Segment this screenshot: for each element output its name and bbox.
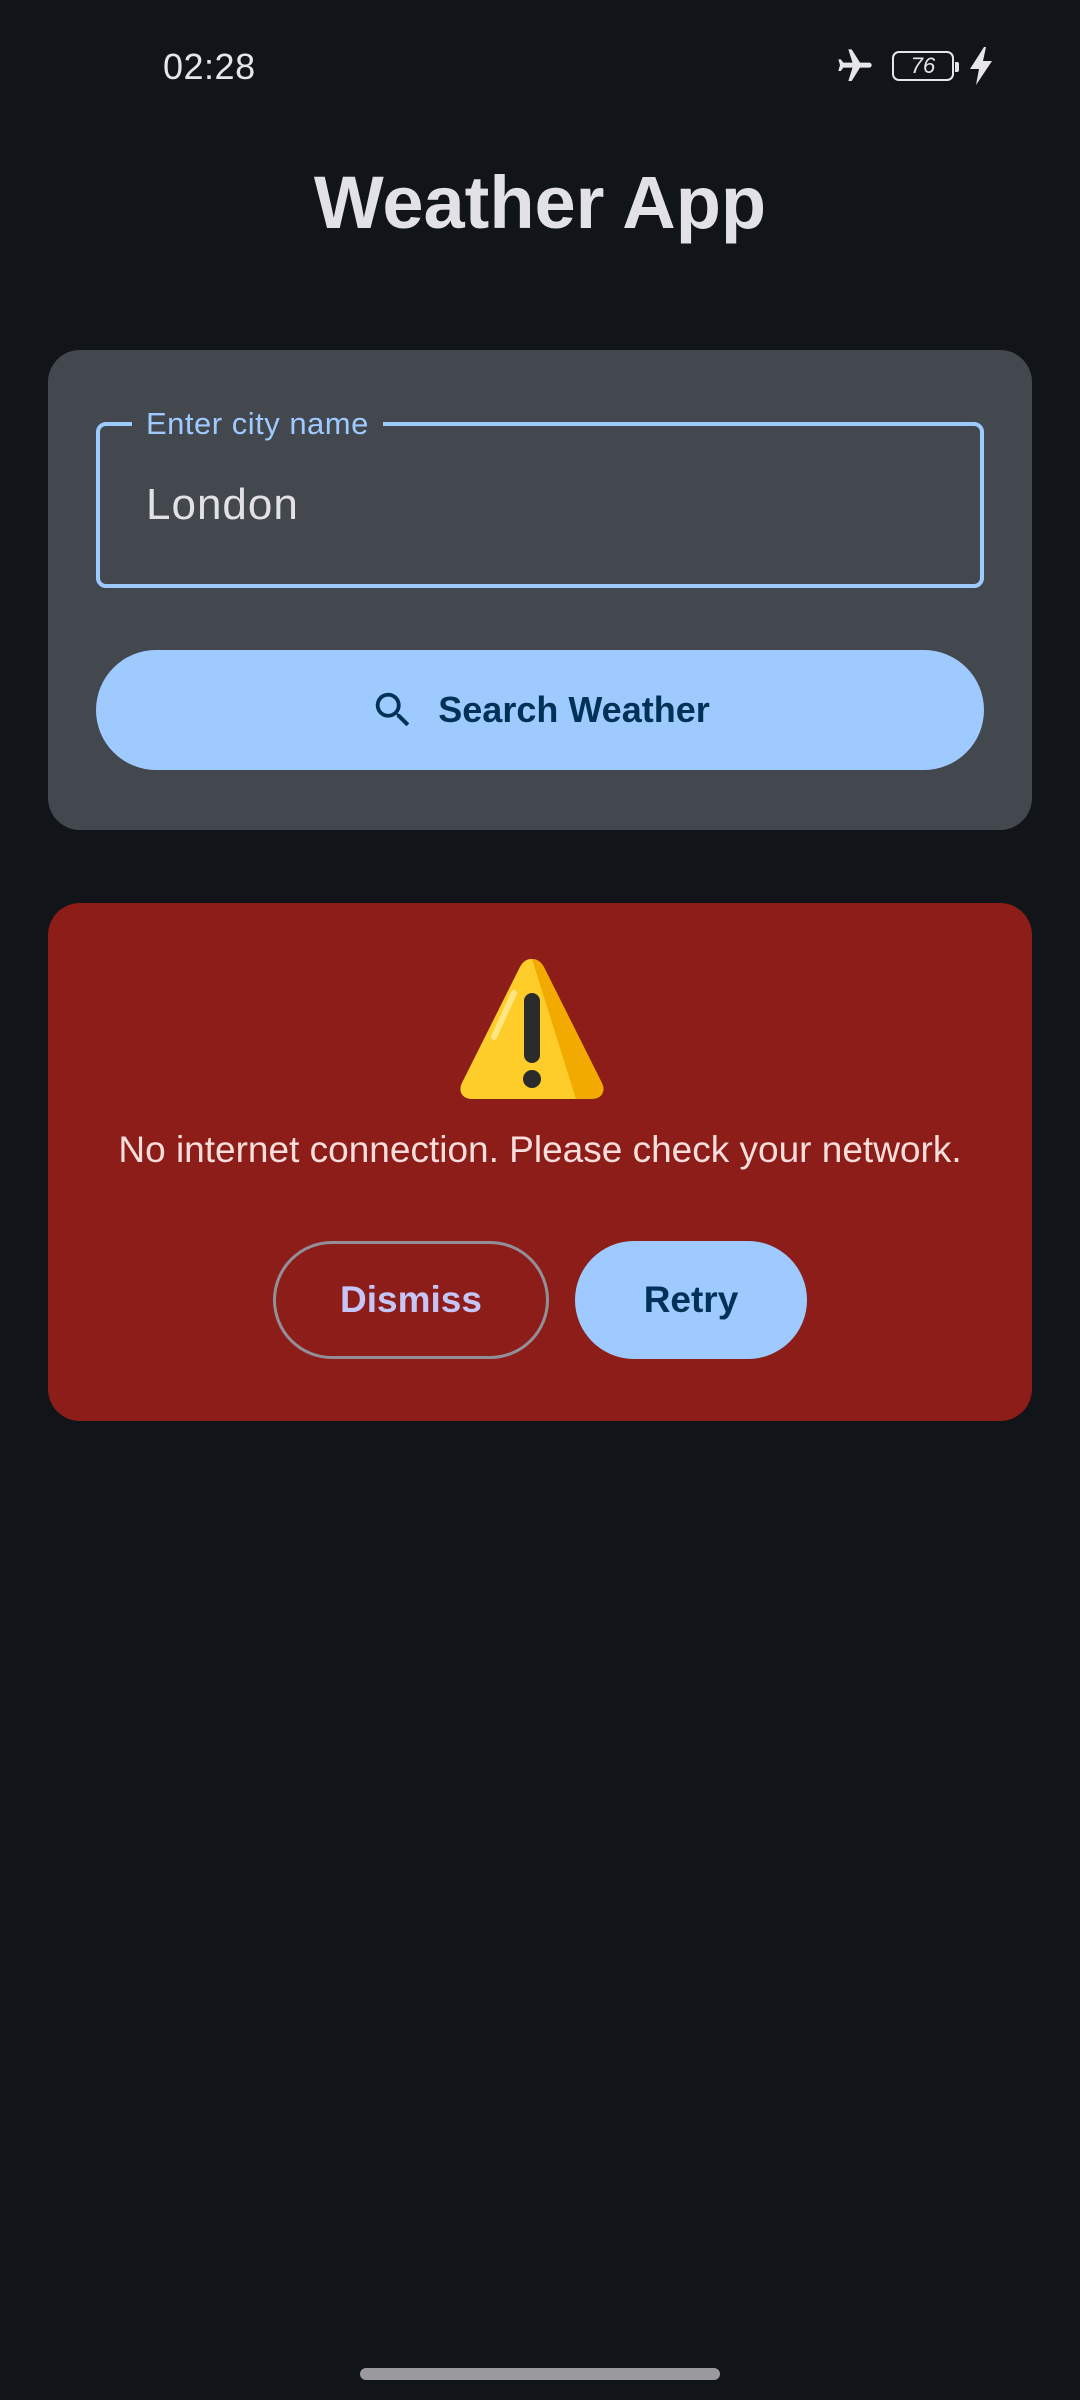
status-icons: 76 xyxy=(834,46,992,86)
retry-button[interactable]: Retry xyxy=(575,1241,807,1359)
page-title: Weather App xyxy=(313,161,767,244)
error-card: No internet connection. Please check you… xyxy=(48,903,1032,1421)
battery-icon: 76 xyxy=(892,51,959,81)
charging-icon xyxy=(970,47,992,85)
error-actions: Dismiss Retry xyxy=(48,1241,1032,1359)
search-icon xyxy=(376,692,410,727)
status-bar: 02:28 76 xyxy=(0,0,1080,120)
dismiss-button[interactable]: Dismiss xyxy=(273,1241,549,1359)
airplane-mode-icon xyxy=(838,49,872,81)
warning-icon xyxy=(460,959,604,1099)
city-name-input[interactable]: London xyxy=(146,426,299,584)
city-name-field[interactable]: Enter city name London xyxy=(96,404,984,588)
error-message: No internet connection. Please check you… xyxy=(118,1129,962,1170)
battery-level: 76 xyxy=(910,53,936,78)
search-card: Enter city name London Search Weather xyxy=(48,350,1032,830)
gesture-navigation-bar[interactable] xyxy=(360,2368,720,2380)
search-weather-label: Search Weather xyxy=(438,689,710,730)
search-weather-button[interactable]: Search Weather xyxy=(96,650,984,770)
status-time: 02:28 xyxy=(163,46,256,87)
